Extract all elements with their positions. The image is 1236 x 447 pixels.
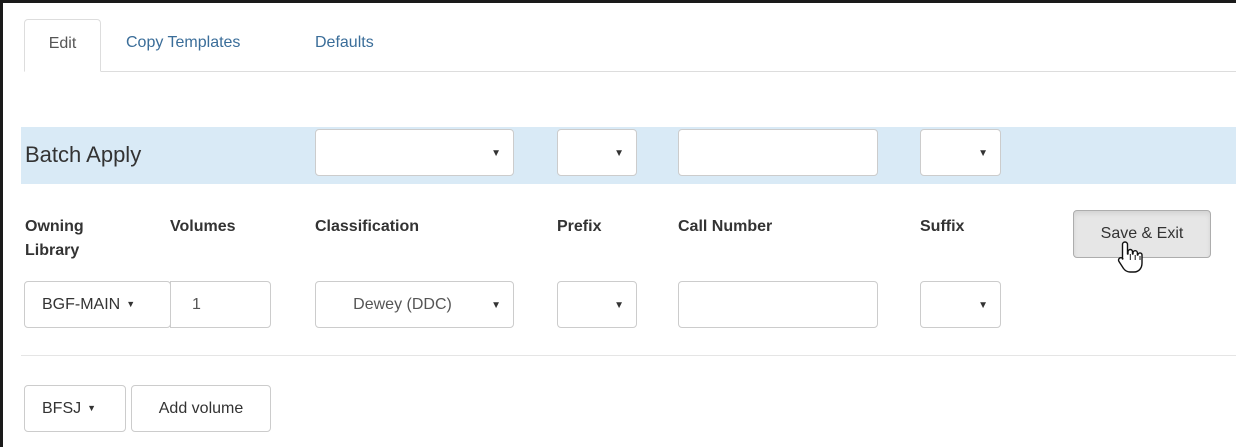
tab-copy-templates[interactable]: Copy Templates [126,19,240,72]
library-dropdown-value: BFSJ [42,400,82,417]
owning-library-value: BGF-MAIN [42,296,121,313]
caret-down-icon: ▼ [614,147,624,159]
caret-down-icon: ▼ [87,403,97,413]
batch-prefix-select[interactable]: ▼ [557,129,637,176]
tab-bar: Edit Copy Templates Defaults [3,3,1236,73]
suffix-select[interactable]: ▼ [920,281,1001,328]
caret-down-icon: ▼ [978,299,988,311]
owning-library-dropdown[interactable]: BGF-MAIN ▼ [24,281,171,328]
volumes-input[interactable]: 1 [170,281,271,328]
header-call-number: Call Number [678,218,773,235]
batch-suffix-select[interactable]: ▼ [920,129,1001,176]
caret-down-icon: ▼ [614,299,624,311]
tab-defaults[interactable]: Defaults [315,19,374,72]
call-number-input[interactable] [678,281,878,328]
caret-down-icon: ▼ [126,299,136,309]
volumes-value: 1 [192,296,201,313]
classification-select[interactable]: Dewey (DDC) ▼ [315,281,514,328]
header-volumes: Volumes [170,218,236,235]
header-classification: Classification [315,218,420,235]
header-suffix: Suffix [920,218,965,235]
caret-down-icon: ▼ [978,147,988,159]
header-owning-library: Owning Library [25,218,84,259]
prefix-select[interactable]: ▼ [557,281,637,328]
batch-classification-select[interactable]: ▼ [315,129,514,176]
tab-edit[interactable]: Edit [24,19,101,72]
add-volume-button[interactable]: Add volume [131,385,271,432]
batch-call-number-input[interactable] [678,129,878,176]
hand-pointer-icon [1117,241,1143,273]
library-dropdown-button[interactable]: BFSJ ▼ [24,385,126,432]
header-prefix: Prefix [557,218,602,235]
caret-down-icon: ▼ [491,299,501,311]
batch-apply-title: Batch Apply [25,142,142,167]
classification-value: Dewey (DDC) [353,296,452,313]
caret-down-icon: ▼ [491,147,501,159]
row-divider [21,355,1236,356]
